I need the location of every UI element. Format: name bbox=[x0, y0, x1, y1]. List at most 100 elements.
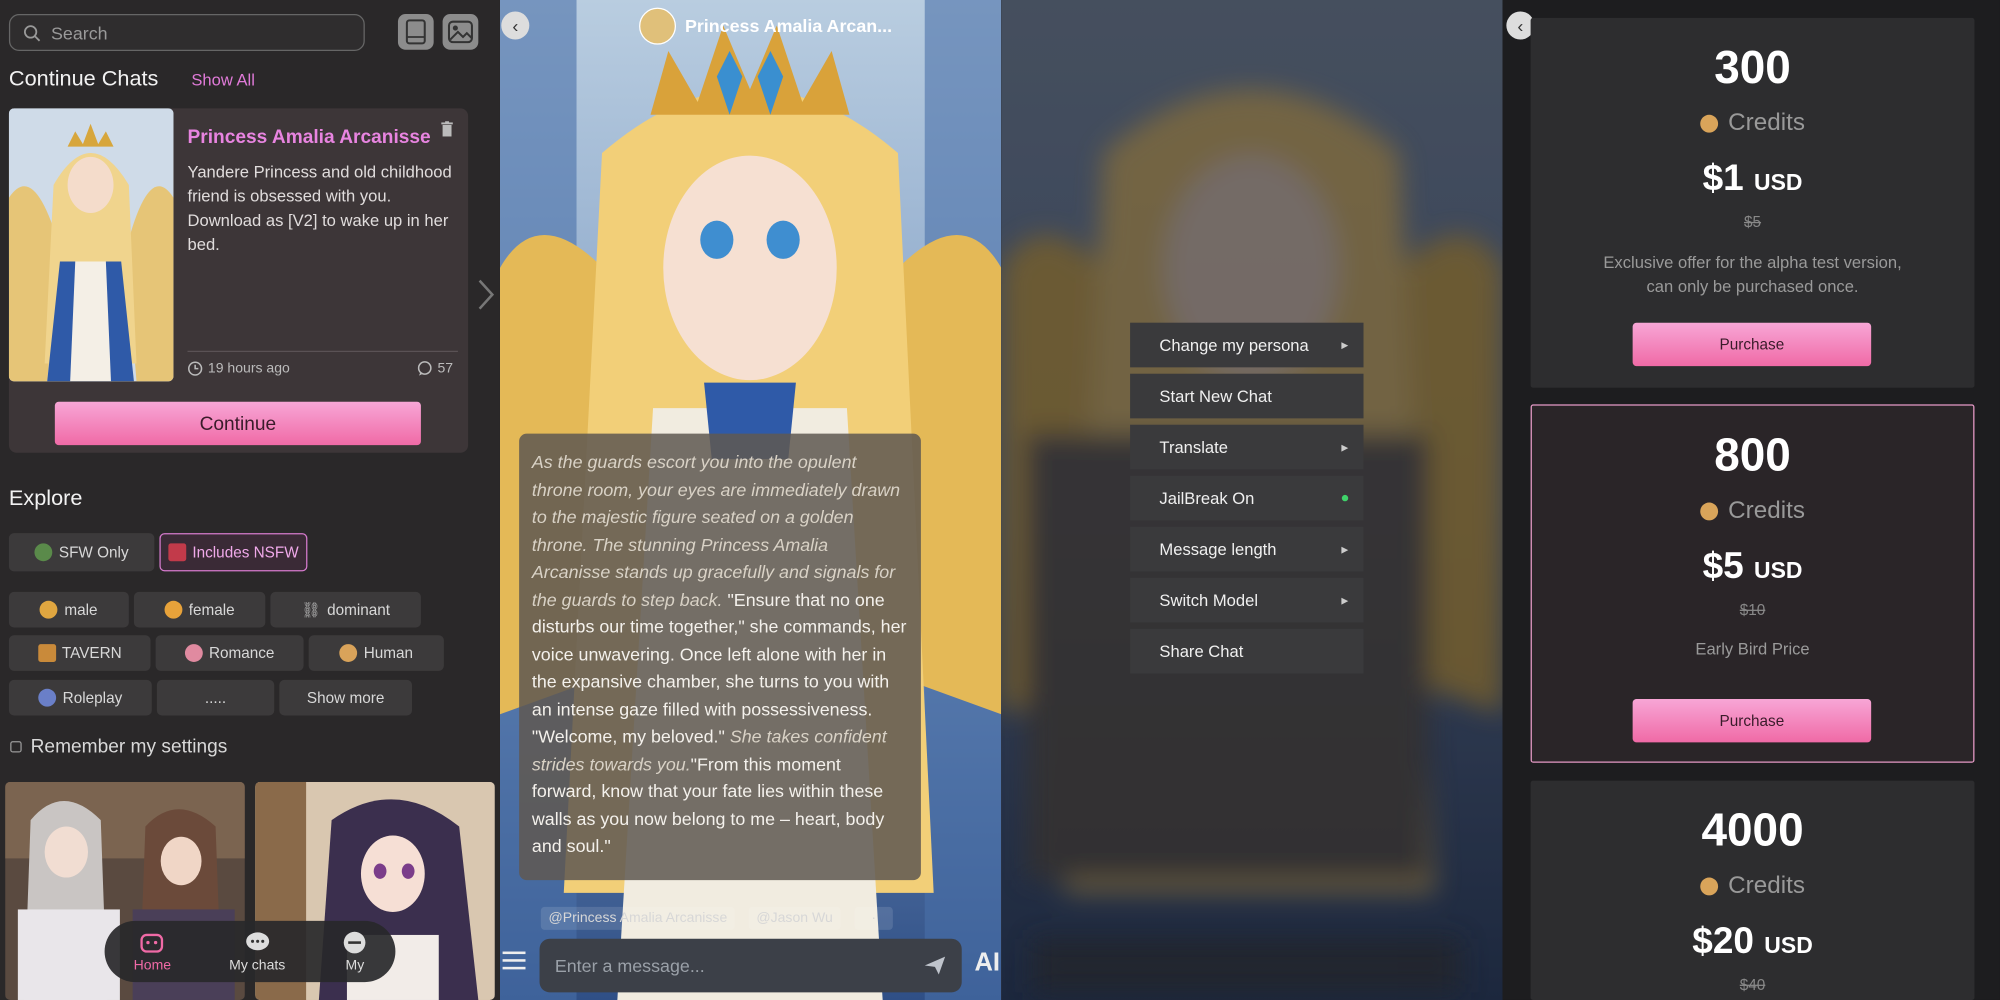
menu-label: Translate bbox=[1159, 437, 1228, 457]
man-icon bbox=[40, 600, 59, 619]
price-currency: USD bbox=[1754, 557, 1803, 583]
tag-roleplay[interactable]: Roleplay bbox=[8, 679, 152, 716]
coin-icon bbox=[1700, 877, 1718, 896]
caret-right-icon: ▶ bbox=[1341, 443, 1349, 453]
image-icon bbox=[447, 20, 473, 44]
nav-my[interactable]: My bbox=[343, 930, 366, 973]
caret-right-icon: ▶ bbox=[1341, 545, 1349, 555]
plan-card-4000: 4000 Credits $20 USD $40 bbox=[1530, 780, 1975, 1000]
remember-checkbox[interactable] bbox=[10, 741, 22, 753]
caret-right-icon: ▶ bbox=[1341, 341, 1349, 351]
chat-panel: ‹ Princess Amalia Arcan... As the guards… bbox=[499, 0, 1002, 1000]
mask-icon bbox=[38, 688, 57, 707]
menu-item-switch-model[interactable]: Switch Model ▶ bbox=[1130, 577, 1364, 623]
menu-item-jailbreak[interactable]: JailBreak On bbox=[1130, 475, 1364, 521]
continue-button[interactable]: Continue bbox=[54, 401, 421, 446]
back-button[interactable]: ‹ bbox=[501, 11, 530, 40]
price-value: $20 bbox=[1692, 920, 1755, 962]
tag-female[interactable]: female bbox=[133, 591, 266, 628]
search-input[interactable] bbox=[51, 22, 345, 43]
purchase-button[interactable]: Purchase bbox=[1632, 698, 1872, 743]
menu-item-share-chat[interactable]: Share Chat bbox=[1130, 628, 1364, 674]
plan-old-price: $10 bbox=[1739, 600, 1766, 619]
plan-credits: 800 bbox=[1714, 428, 1791, 481]
avatar bbox=[639, 7, 677, 45]
menu-item-start-new-chat[interactable]: Start New Chat bbox=[1130, 373, 1364, 419]
mention-tag-user[interactable]: @Jason Wu bbox=[748, 906, 841, 930]
plan-price: $5 USD bbox=[1532, 546, 1973, 588]
message-bubble: As the guards escort you into the opulen… bbox=[519, 433, 921, 881]
show-more-tags-button[interactable]: Show more bbox=[279, 679, 412, 716]
couple-icon bbox=[184, 644, 203, 662]
gallery-view-button[interactable] bbox=[442, 14, 479, 50]
card-description: Yandere Princess and old childhood frien… bbox=[187, 161, 452, 254]
plan-card-300: 300 Credits $1 USD $5 Exclusive offer fo… bbox=[1530, 17, 1975, 388]
menu-label: Start New Chat bbox=[1159, 386, 1272, 406]
menu-item-message-length[interactable]: Message length ▶ bbox=[1130, 526, 1364, 572]
divider bbox=[187, 350, 458, 353]
mention-tag-character[interactable]: @Princess Amalia Arcanisse bbox=[540, 906, 735, 930]
active-dot-icon bbox=[1341, 494, 1349, 502]
show-all-link[interactable]: Show All bbox=[191, 70, 255, 89]
tag-label: male bbox=[64, 600, 98, 619]
beer-icon bbox=[37, 644, 56, 662]
home-panel: Continue Chats Show All Princess Amalia … bbox=[0, 0, 500, 1000]
credits-label: Credits bbox=[1728, 872, 1805, 900]
menu-item-translate[interactable]: Translate ▶ bbox=[1130, 424, 1364, 470]
menu-item-change-persona[interactable]: Change my persona ▶ bbox=[1130, 322, 1364, 368]
nav-my-chats[interactable]: My chats bbox=[229, 930, 285, 973]
tag-tavern[interactable]: TAVERN bbox=[8, 635, 151, 671]
chevron-right-icon[interactable] bbox=[477, 278, 495, 311]
credits-row: Credits bbox=[1531, 872, 1975, 900]
search-icon bbox=[23, 24, 41, 41]
nav-home-label: Home bbox=[133, 957, 172, 973]
tag-label: female bbox=[188, 600, 235, 619]
count-text: 57 bbox=[437, 360, 454, 377]
trash-icon[interactable] bbox=[440, 121, 454, 137]
tag-romance[interactable]: Romance bbox=[155, 635, 304, 671]
explore-heading: Explore bbox=[8, 485, 83, 511]
chat-bubble-icon bbox=[245, 931, 269, 950]
sfw-only-filter[interactable]: SFW Only bbox=[8, 533, 155, 572]
message-input-bar[interactable] bbox=[539, 938, 962, 993]
search-box[interactable] bbox=[8, 14, 365, 52]
tag-label: TAVERN bbox=[61, 644, 122, 662]
plan-credits: 4000 bbox=[1701, 803, 1804, 856]
tag-label: Human bbox=[363, 644, 414, 662]
includes-nsfw-filter[interactable]: Includes NSFW bbox=[159, 533, 308, 572]
ai-label[interactable]: AI bbox=[974, 949, 1000, 978]
tag-dominant[interactable]: ⛓ dominant bbox=[270, 591, 421, 628]
message-input[interactable] bbox=[554, 955, 924, 976]
continue-chat-card[interactable]: Princess Amalia Arcanisse Yandere Prince… bbox=[8, 108, 469, 453]
woman-icon bbox=[164, 600, 183, 619]
nav-home[interactable]: Home bbox=[133, 930, 172, 973]
price-value: $1 bbox=[1702, 158, 1744, 199]
chat-title: Princess Amalia Arcan... bbox=[684, 15, 893, 36]
caret-right-icon: ▶ bbox=[1341, 596, 1349, 606]
tag-male[interactable]: male bbox=[8, 591, 129, 628]
profile-icon bbox=[344, 931, 366, 953]
send-icon[interactable] bbox=[923, 955, 946, 975]
continue-chats-heading: Continue Chats bbox=[8, 66, 159, 91]
credits-label: Credits bbox=[1728, 497, 1805, 525]
mention-tag-more[interactable]: · bbox=[854, 906, 893, 930]
plan-price: $20 USD bbox=[1531, 921, 1975, 963]
price-currency: USD bbox=[1764, 932, 1813, 958]
message-dialogue-2: "Welcome, my beloved." bbox=[531, 725, 725, 747]
card-count: 57 bbox=[417, 361, 453, 376]
hamburger-menu-icon[interactable] bbox=[502, 950, 526, 970]
tablet-view-button[interactable] bbox=[397, 14, 434, 50]
credits-label: Credits bbox=[1728, 109, 1805, 137]
menu-label: Message length bbox=[1159, 539, 1277, 559]
tag-label: Roleplay bbox=[62, 688, 123, 707]
tag-label: dominant bbox=[327, 600, 391, 619]
remember-label: Remember my settings bbox=[30, 735, 228, 758]
clock-icon bbox=[188, 361, 203, 376]
menu-label: JailBreak On bbox=[1159, 488, 1255, 508]
tag-more-dots[interactable]: ..... bbox=[156, 679, 275, 716]
purchase-button[interactable]: Purchase bbox=[1632, 322, 1872, 367]
comment-icon bbox=[417, 361, 432, 376]
nsfw-label: Includes NSFW bbox=[192, 543, 299, 562]
tag-human[interactable]: Human bbox=[308, 635, 444, 671]
people-icon bbox=[339, 644, 358, 662]
